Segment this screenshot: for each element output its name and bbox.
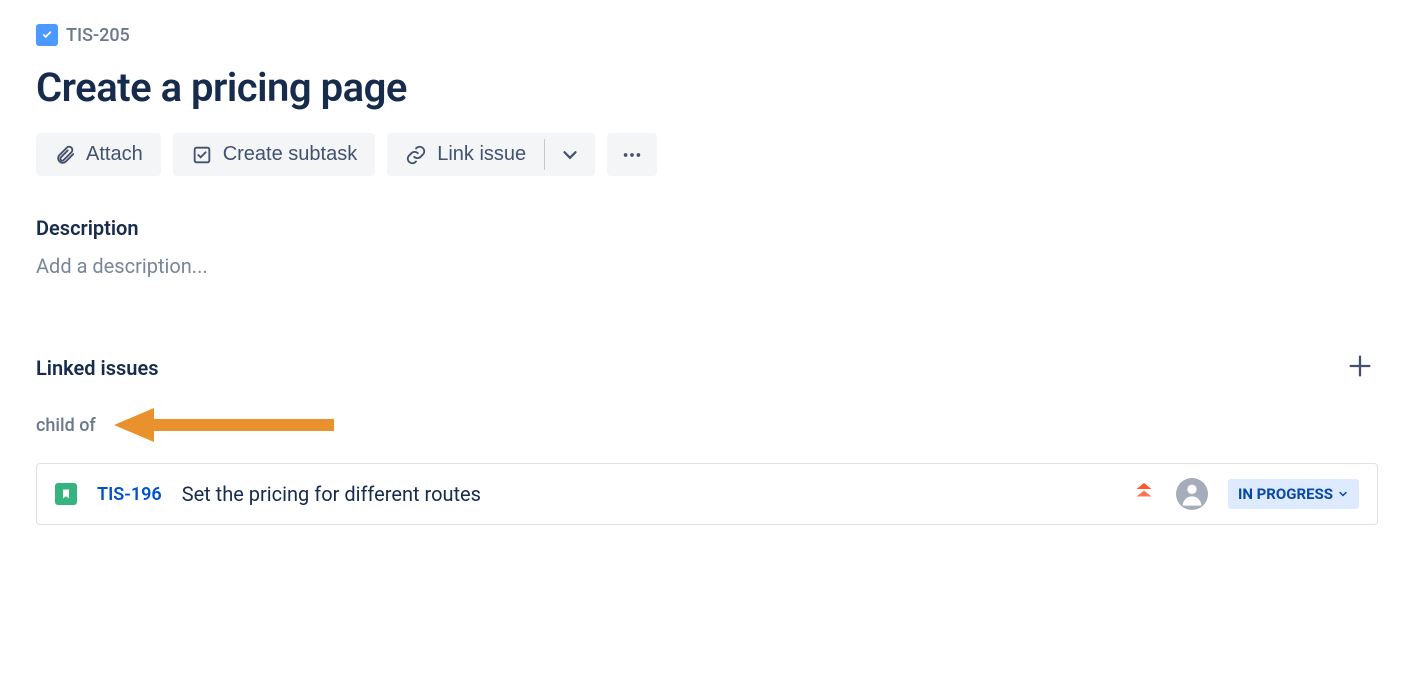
chevron-down-icon <box>559 144 581 166</box>
breadcrumb: TIS-205 <box>36 24 1378 46</box>
issue-title[interactable]: Create a pricing page <box>36 64 1378 111</box>
linked-issue-summary: Set the pricing for different routes <box>182 482 1112 506</box>
assignee-avatar[interactable] <box>1176 478 1208 510</box>
description-field[interactable]: Add a description... <box>36 254 1378 278</box>
relation-label: child of <box>36 415 96 436</box>
description-heading: Description <box>36 216 1378 240</box>
action-toolbar: Attach Create subtask Link issue <box>36 133 1378 176</box>
link-issue-button[interactable]: Link issue <box>387 133 544 176</box>
more-icon <box>621 144 643 166</box>
breadcrumb-key[interactable]: TIS-205 <box>66 25 130 46</box>
status-lozenge[interactable]: IN PROGRESS <box>1228 479 1359 509</box>
link-icon <box>405 144 427 166</box>
linked-issues-heading: Linked issues <box>36 356 159 380</box>
paperclip-icon <box>54 144 76 166</box>
attach-label: Attach <box>86 143 143 166</box>
create-subtask-button[interactable]: Create subtask <box>173 133 376 176</box>
linked-issue-card[interactable]: TIS-196 Set the pricing for different ro… <box>36 463 1378 525</box>
link-issue-dropdown-button[interactable] <box>545 133 595 176</box>
task-type-icon <box>36 24 58 46</box>
create-subtask-label: Create subtask <box>223 143 358 166</box>
more-actions-button[interactable] <box>607 133 657 176</box>
plus-icon <box>1346 352 1374 380</box>
link-issue-label: Link issue <box>437 143 526 166</box>
priority-highest-icon <box>1132 480 1156 508</box>
annotation-arrow-icon <box>114 405 334 445</box>
subtask-icon <box>191 144 213 166</box>
link-issue-group: Link issue <box>387 133 595 176</box>
attach-button[interactable]: Attach <box>36 133 161 176</box>
chevron-down-icon <box>1337 488 1349 500</box>
status-label: IN PROGRESS <box>1238 485 1333 503</box>
add-linked-issue-button[interactable] <box>1342 348 1378 387</box>
linked-issue-key[interactable]: TIS-196 <box>97 484 162 505</box>
story-type-icon <box>55 483 77 505</box>
